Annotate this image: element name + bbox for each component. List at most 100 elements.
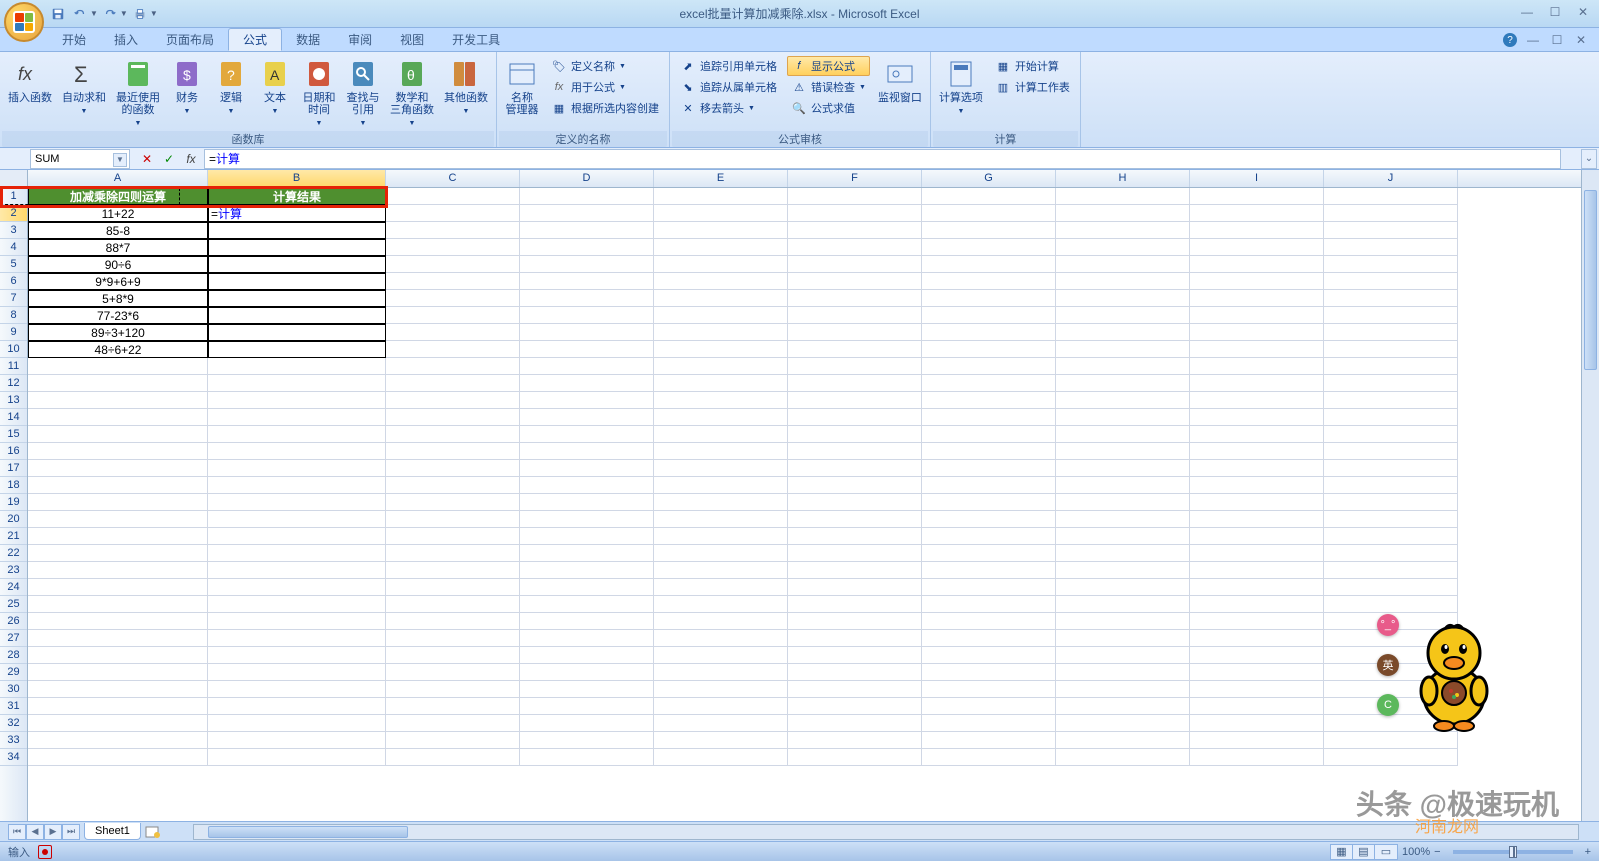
cell-E11[interactable] <box>654 358 788 375</box>
cell-I15[interactable] <box>1190 426 1324 443</box>
cell-G34[interactable] <box>922 749 1056 766</box>
cell-A30[interactable] <box>28 681 208 698</box>
cell-F20[interactable] <box>788 511 922 528</box>
redo-dropdown[interactable]: ▼ <box>120 9 128 18</box>
calculation-options-button[interactable]: 计算选项▼ <box>935 54 987 118</box>
row-header-15[interactable]: 15 <box>0 426 27 443</box>
cell-I27[interactable] <box>1190 630 1324 647</box>
row-header-5[interactable]: 5 <box>0 256 27 273</box>
cell-A5[interactable]: 90÷6 <box>28 256 208 273</box>
cell-C8[interactable] <box>386 307 520 324</box>
cell-J18[interactable] <box>1324 477 1458 494</box>
cell-I20[interactable] <box>1190 511 1324 528</box>
cell-F17[interactable] <box>788 460 922 477</box>
cell-I30[interactable] <box>1190 681 1324 698</box>
cell-C22[interactable] <box>386 545 520 562</box>
cell-D21[interactable] <box>520 528 654 545</box>
cell-G6[interactable] <box>922 273 1056 290</box>
cell-H4[interactable] <box>1056 239 1190 256</box>
cell-B9[interactable] <box>208 324 386 341</box>
cell-E13[interactable] <box>654 392 788 409</box>
cell-E29[interactable] <box>654 664 788 681</box>
cell-J13[interactable] <box>1324 392 1458 409</box>
cell-B1[interactable]: 计算结果 <box>208 188 386 205</box>
row-header-10[interactable]: 10 <box>0 341 27 358</box>
cell-D23[interactable] <box>520 562 654 579</box>
cell-C10[interactable] <box>386 341 520 358</box>
close-button[interactable]: ✕ <box>1575 4 1591 20</box>
cell-D3[interactable] <box>520 222 654 239</box>
cell-A23[interactable] <box>28 562 208 579</box>
cell-D6[interactable] <box>520 273 654 290</box>
cell-F4[interactable] <box>788 239 922 256</box>
cell-J9[interactable] <box>1324 324 1458 341</box>
cell-J17[interactable] <box>1324 460 1458 477</box>
cell-F7[interactable] <box>788 290 922 307</box>
cell-I1[interactable] <box>1190 188 1324 205</box>
cell-I10[interactable] <box>1190 341 1324 358</box>
undo-dropdown[interactable]: ▼ <box>90 9 98 18</box>
cell-I4[interactable] <box>1190 239 1324 256</box>
row-header-22[interactable]: 22 <box>0 545 27 562</box>
row-header-30[interactable]: 30 <box>0 681 27 698</box>
cell-E14[interactable] <box>654 409 788 426</box>
cell-G19[interactable] <box>922 494 1056 511</box>
cell-E15[interactable] <box>654 426 788 443</box>
restore-window-icon[interactable]: ☐ <box>1549 32 1565 48</box>
cell-H15[interactable] <box>1056 426 1190 443</box>
cell-I2[interactable] <box>1190 205 1324 222</box>
col-header-I[interactable]: I <box>1190 170 1324 187</box>
use-in-formula-button[interactable]: fx用于公式 ▼ <box>547 77 663 97</box>
cell-E5[interactable] <box>654 256 788 273</box>
cell-B13[interactable] <box>208 392 386 409</box>
row-header-4[interactable]: 4 <box>0 239 27 256</box>
cell-F16[interactable] <box>788 443 922 460</box>
row-header-28[interactable]: 28 <box>0 647 27 664</box>
cell-D28[interactable] <box>520 647 654 664</box>
cell-A4[interactable]: 88*7 <box>28 239 208 256</box>
tab-developer[interactable]: 开发工具 <box>438 28 514 51</box>
cell-H13[interactable] <box>1056 392 1190 409</box>
cell-I16[interactable] <box>1190 443 1324 460</box>
row-header-23[interactable]: 23 <box>0 562 27 579</box>
cell-G23[interactable] <box>922 562 1056 579</box>
col-header-B[interactable]: B <box>208 170 386 187</box>
col-header-G[interactable]: G <box>922 170 1056 187</box>
cell-G29[interactable] <box>922 664 1056 681</box>
cell-A9[interactable]: 89÷3+120 <box>28 324 208 341</box>
cell-E22[interactable] <box>654 545 788 562</box>
cell-D14[interactable] <box>520 409 654 426</box>
cell-F1[interactable] <box>788 188 922 205</box>
cell-J23[interactable] <box>1324 562 1458 579</box>
watch-window-button[interactable]: 监视窗口 <box>874 54 926 104</box>
col-header-A[interactable]: A <box>28 170 208 187</box>
hscroll-thumb[interactable] <box>208 826 408 838</box>
cell-G26[interactable] <box>922 613 1056 630</box>
cell-I32[interactable] <box>1190 715 1324 732</box>
cell-E2[interactable] <box>654 205 788 222</box>
cell-J19[interactable] <box>1324 494 1458 511</box>
cell-F13[interactable] <box>788 392 922 409</box>
cell-J22[interactable] <box>1324 545 1458 562</box>
cell-E10[interactable] <box>654 341 788 358</box>
cell-A21[interactable] <box>28 528 208 545</box>
cell-B4[interactable] <box>208 239 386 256</box>
logical-button[interactable]: ?逻辑▼ <box>210 54 252 118</box>
tab-view[interactable]: 视图 <box>386 28 438 51</box>
cell-J24[interactable] <box>1324 579 1458 596</box>
tab-insert[interactable]: 插入 <box>100 28 152 51</box>
cell-I17[interactable] <box>1190 460 1324 477</box>
cell-D24[interactable] <box>520 579 654 596</box>
cell-I11[interactable] <box>1190 358 1324 375</box>
cell-H6[interactable] <box>1056 273 1190 290</box>
cell-F29[interactable] <box>788 664 922 681</box>
cell-J1[interactable] <box>1324 188 1458 205</box>
cell-D12[interactable] <box>520 375 654 392</box>
row-header-12[interactable]: 12 <box>0 375 27 392</box>
cell-E27[interactable] <box>654 630 788 647</box>
row-header-2[interactable]: 2 <box>0 205 27 222</box>
cell-B27[interactable] <box>208 630 386 647</box>
cell-A8[interactable]: 77-23*6 <box>28 307 208 324</box>
cell-I29[interactable] <box>1190 664 1324 681</box>
cell-C13[interactable] <box>386 392 520 409</box>
